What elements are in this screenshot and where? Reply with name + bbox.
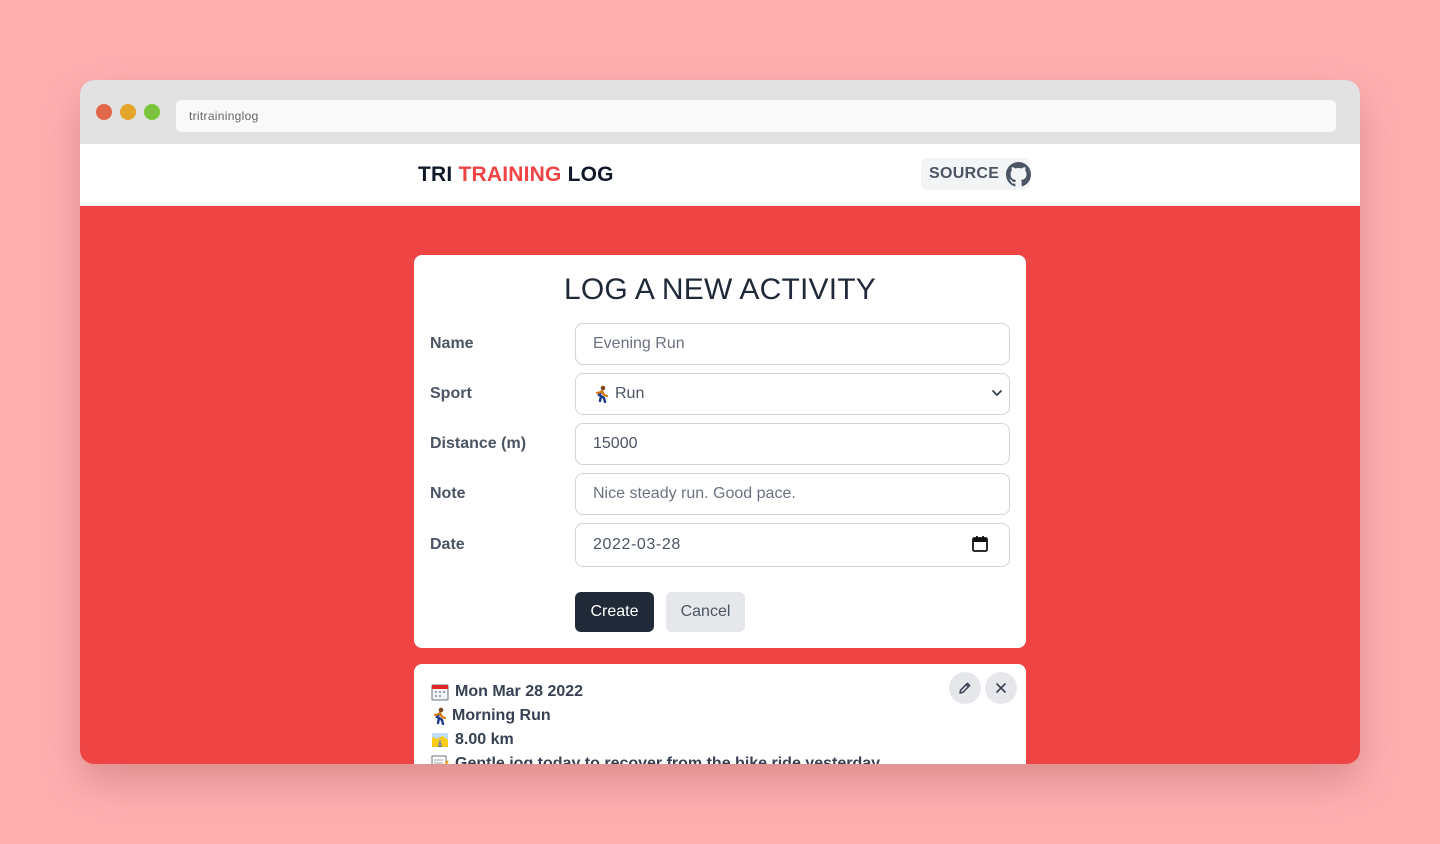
road-icon xyxy=(431,731,449,749)
calendar-icon xyxy=(431,683,449,701)
close-window-button[interactable] xyxy=(96,104,112,120)
runner-icon xyxy=(431,707,447,726)
distance-input[interactable]: 15000 xyxy=(575,423,1010,465)
distance-label: Distance (m) xyxy=(430,435,527,452)
activity-distance: 8.00 km xyxy=(455,731,514,748)
activity-name-line: Morning Run xyxy=(431,707,551,726)
note-label: Note xyxy=(430,485,466,502)
note-input[interactable]: Nice steady run. Good pace. xyxy=(575,473,1010,515)
activity-note-line: Gentle jog today to recover from the bik… xyxy=(431,755,883,764)
edit-activity-button[interactable] xyxy=(949,672,981,704)
navbar: TRI TRAINING LOG SOURCE xyxy=(80,144,1360,206)
sport-select[interactable]: Run xyxy=(575,373,1010,415)
runner-icon xyxy=(593,385,610,403)
calendar-icon[interactable] xyxy=(971,535,989,553)
source-button[interactable]: SOURCE xyxy=(921,158,1032,190)
brand-part-log: LOG xyxy=(567,163,614,186)
brand-part-tri: TRI xyxy=(418,163,453,186)
maximize-window-button[interactable] xyxy=(144,104,160,120)
sport-row: Sport Run xyxy=(430,373,1010,415)
new-activity-form: LOG A NEW ACTIVITY Name Evening Run Spor… xyxy=(414,255,1026,648)
activity-note: Gentle jog today to recover from the bik… xyxy=(455,755,884,764)
memo-icon xyxy=(431,755,449,764)
browser-chrome: tritraininglog xyxy=(80,80,1360,144)
brand-part-training: TRAINING xyxy=(458,163,562,186)
minimize-window-button[interactable] xyxy=(120,104,136,120)
activity-distance-line: 8.00 km xyxy=(431,731,514,749)
activity-card: Mon Mar 28 2022 Morning Run 8.00 km Gent… xyxy=(414,664,1026,764)
activity-name: Morning Run xyxy=(452,707,551,724)
address-bar[interactable]: tritraininglog xyxy=(176,100,1336,132)
source-label: SOURCE xyxy=(929,165,1000,182)
activity-date-line: Mon Mar 28 2022 xyxy=(431,683,583,701)
date-label: Date xyxy=(430,536,465,553)
form-title: LOG A NEW ACTIVITY xyxy=(563,273,876,306)
close-icon xyxy=(995,682,1007,694)
sport-label: Sport xyxy=(430,385,472,402)
cancel-button[interactable]: Cancel xyxy=(666,592,745,632)
name-row: Name Evening Run xyxy=(430,323,1010,365)
name-input[interactable]: Evening Run xyxy=(575,323,1010,365)
distance-row: Distance (m) 15000 xyxy=(430,423,1010,465)
name-label: Name xyxy=(430,335,474,352)
pencil-icon xyxy=(958,681,972,695)
browser-window: tritraininglog TRI TRAINING LOG SOURCE L… xyxy=(80,80,1360,764)
date-value: 2022-03-28 xyxy=(593,536,681,553)
note-row: Note Nice steady run. Good pace. xyxy=(430,473,1010,515)
brand-logo[interactable]: TRI TRAINING LOG xyxy=(418,163,614,187)
github-icon xyxy=(1006,161,1032,187)
sport-selected-label: Run xyxy=(615,385,645,402)
chevron-down-icon xyxy=(991,386,1003,400)
activity-date: Mon Mar 28 2022 xyxy=(455,683,584,700)
date-input[interactable]: 2022-03-28 xyxy=(575,523,1010,567)
date-row: Date 2022-03-28 xyxy=(430,523,1010,567)
delete-activity-button[interactable] xyxy=(985,672,1017,704)
create-button[interactable]: Create xyxy=(575,592,654,632)
